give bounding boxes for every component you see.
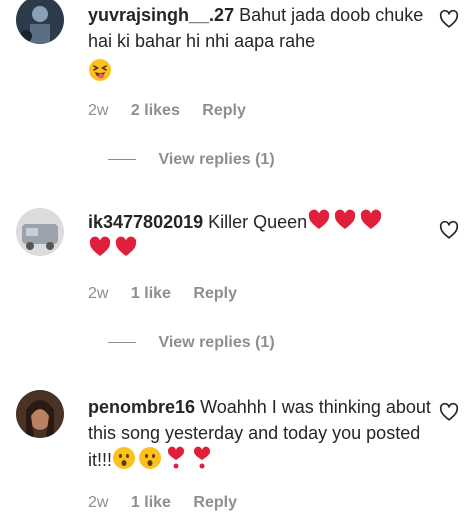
- like-comment-button[interactable]: [438, 401, 460, 423]
- comment-time: 2w: [88, 285, 109, 302]
- squinting-tongue-emoji: [89, 59, 111, 81]
- comment-text: Killer Queen: [208, 212, 308, 232]
- hushed-face-emoji: [113, 447, 136, 469]
- comment-body: penombre16 Woahhh I was thinking about t…: [88, 394, 432, 473]
- comment-time: 2w: [88, 494, 109, 511]
- comment-likes[interactable]: 1 like: [131, 494, 171, 511]
- comment-likes[interactable]: 1 like: [131, 285, 171, 302]
- avatar[interactable]: [16, 0, 64, 44]
- divider-line: [108, 342, 136, 344]
- comment-username[interactable]: penombre16: [88, 397, 195, 417]
- comment-body: ik3477802019 Killer Queen: [88, 208, 432, 262]
- comment-username[interactable]: ik3477802019: [88, 212, 203, 232]
- view-replies-label: View replies (1): [158, 151, 275, 168]
- view-replies-button[interactable]: View replies (1): [108, 151, 275, 169]
- red-heart-emoji: [309, 209, 330, 229]
- red-heart-emoji: [115, 236, 137, 256]
- comment-meta: 2w 2 likes Reply: [88, 102, 264, 120]
- red-heart-emoji: [89, 236, 111, 256]
- red-heart-emoji: [335, 209, 356, 229]
- like-comment-button[interactable]: [438, 219, 460, 241]
- comment-likes[interactable]: 2 likes: [131, 102, 180, 119]
- divider-line: [108, 159, 136, 161]
- heart-exclamation-emoji: [167, 446, 185, 469]
- reply-button[interactable]: Reply: [202, 102, 246, 119]
- heart-outline-icon: [439, 402, 459, 421]
- hushed-face-emoji: [139, 447, 162, 469]
- heart-exclamation-emoji: [193, 446, 211, 469]
- comment-meta: 2w 1 like Reply: [88, 494, 255, 512]
- avatar[interactable]: [16, 208, 64, 256]
- view-replies-button[interactable]: View replies (1): [108, 334, 275, 352]
- comment-username[interactable]: yuvrajsingh__.27: [88, 5, 234, 25]
- reply-button[interactable]: Reply: [193, 494, 237, 511]
- heart-outline-icon: [439, 9, 459, 28]
- view-replies-label: View replies (1): [158, 334, 275, 351]
- avatar[interactable]: [16, 390, 64, 438]
- comment-time: 2w: [88, 102, 109, 119]
- comment-meta: 2w 1 like Reply: [88, 285, 255, 303]
- red-heart-emoji: [361, 209, 382, 229]
- reply-button[interactable]: Reply: [193, 285, 237, 302]
- like-comment-button[interactable]: [438, 8, 460, 30]
- heart-outline-icon: [439, 220, 459, 239]
- comment-body: yuvrajsingh__.27 Bahut jada doob chuke h…: [88, 2, 432, 85]
